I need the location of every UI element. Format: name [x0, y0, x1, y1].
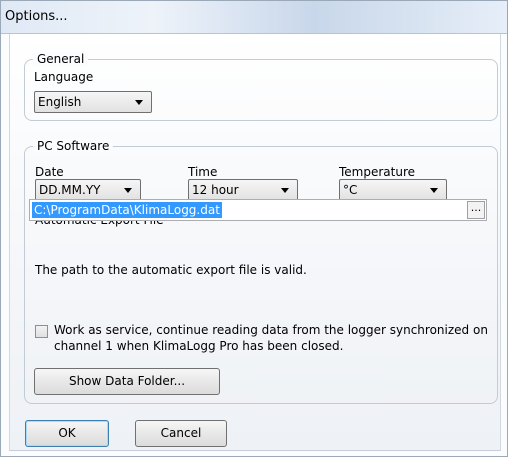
- options-dialog: Options... General Language English PC S…: [0, 0, 508, 457]
- window-title: Options...: [5, 9, 68, 24]
- time-label: Time: [188, 165, 218, 179]
- pc-software-legend: PC Software: [33, 139, 114, 153]
- export-path-input[interactable]: C:\ProgramData\KlimaLogg.dat ...: [29, 199, 487, 221]
- language-label: Language: [34, 70, 94, 84]
- service-checkbox[interactable]: [35, 325, 48, 338]
- time-select-value: 12 hour: [192, 183, 239, 197]
- export-path-value: C:\ProgramData\KlimaLogg.dat: [32, 202, 222, 218]
- chevron-down-icon: [135, 100, 143, 105]
- browse-button[interactable]: ...: [467, 201, 485, 219]
- chevron-down-icon: [430, 188, 438, 193]
- title-bar[interactable]: Options...: [1, 1, 507, 34]
- chevron-down-icon: [281, 188, 289, 193]
- date-select-value: DD.MM.YY: [39, 183, 101, 197]
- ok-button[interactable]: OK: [25, 420, 109, 447]
- language-select[interactable]: English: [34, 91, 152, 113]
- temperature-select-value: °C: [343, 183, 358, 197]
- date-label: Date: [35, 165, 64, 179]
- general-legend: General: [33, 52, 89, 66]
- temperature-select[interactable]: °C: [339, 179, 447, 201]
- service-text-line1: Work as service, continue reading data f…: [54, 323, 488, 337]
- cancel-button[interactable]: Cancel: [135, 420, 227, 447]
- language-select-value: English: [38, 95, 82, 109]
- date-select[interactable]: DD.MM.YY: [35, 179, 141, 201]
- chevron-down-icon: [124, 188, 132, 193]
- show-data-folder-button[interactable]: Show Data Folder...: [34, 368, 220, 395]
- path-status-text: The path to the automatic export file is…: [35, 263, 307, 277]
- time-select[interactable]: 12 hour: [188, 179, 298, 201]
- service-text-line2: channel 1 when KlimaLogg Pro has been cl…: [54, 339, 344, 353]
- temperature-label: Temperature: [339, 165, 416, 179]
